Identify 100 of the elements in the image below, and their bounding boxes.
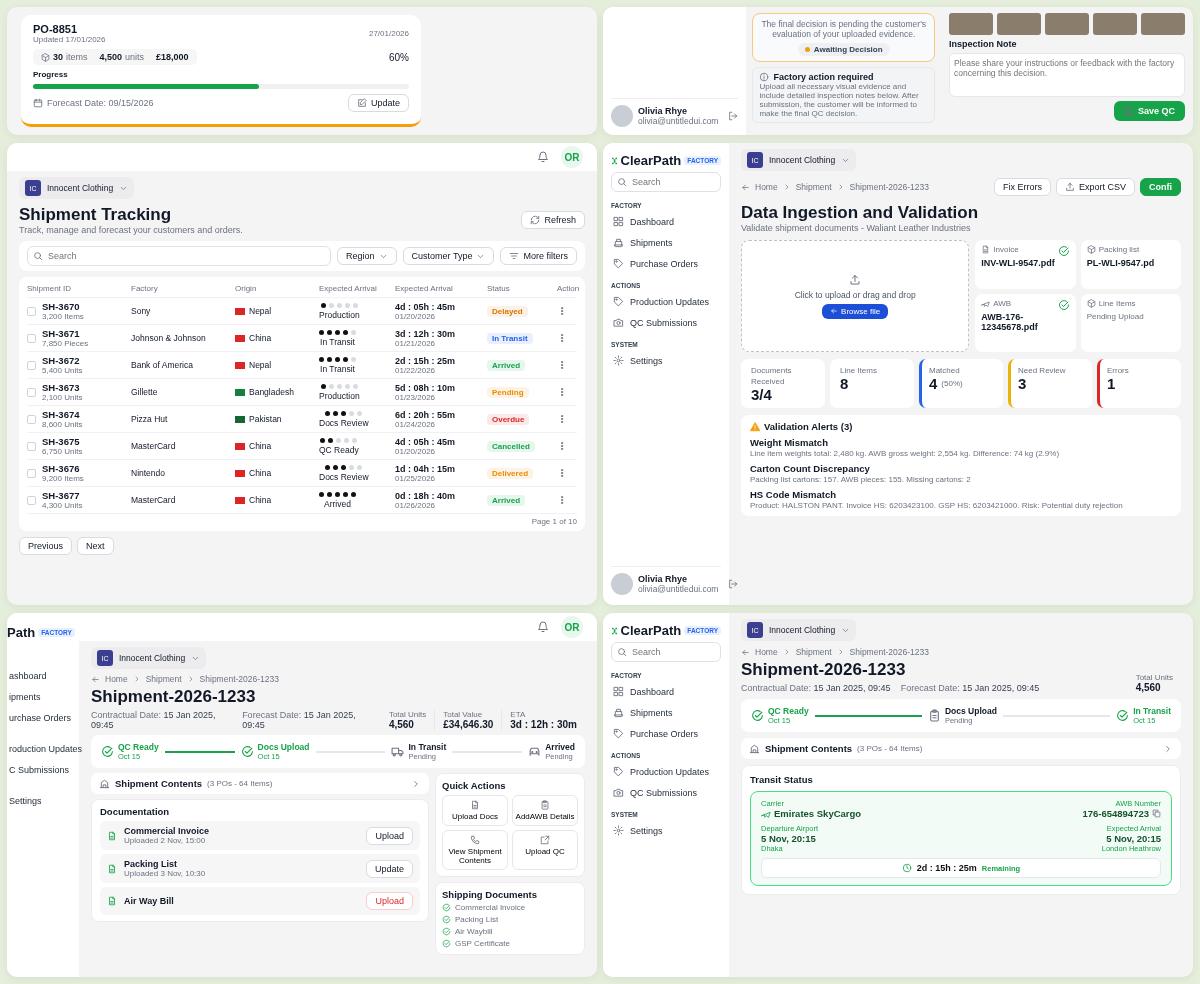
status-badge: Delayed (487, 305, 528, 317)
date-text: Forecast Date: 15 Jan 2025, 09:45 (900, 683, 1040, 693)
countdown: 0d : 18h : 40m (395, 490, 457, 501)
nav-item[interactable]: Dashboard (611, 683, 721, 700)
step-label: Arrived (545, 742, 575, 752)
document-icon (470, 800, 480, 810)
po-number: PO-8851 (33, 23, 79, 35)
date-text: Contractual Date: 15 Jan 2025, 09:45 (91, 710, 217, 730)
document-name: Packing List (124, 859, 178, 869)
shipment-id: SH-3675 (42, 436, 81, 447)
decision-text: The final decision is pending the customer's evaluation of your uploaded evidence. (760, 19, 928, 39)
search-field[interactable]: Search (611, 642, 721, 662)
nav-item[interactable]: QC Submissions (611, 784, 721, 801)
nav-item[interactable]: Production Updates (611, 763, 721, 780)
check-circle-icon (442, 927, 451, 936)
row-checkbox[interactable] (27, 414, 36, 424)
nav-item[interactable]: ipments (7, 689, 79, 705)
shipment-id: SH-3671 (42, 328, 81, 339)
document-name: Air Way Bill (124, 896, 174, 906)
grid-icon (613, 686, 624, 697)
nav-item[interactable]: Shipments (611, 234, 721, 251)
countdown: 5d : 08h : 10m (395, 382, 457, 393)
nav-item[interactable]: Purchase Orders (611, 725, 721, 742)
filter-icon (509, 251, 520, 261)
filter-button[interactable]: Customer Type (402, 247, 495, 265)
page-subtitle: Validate shipment documents - Waliant Leather Industries (741, 223, 972, 233)
nav-item[interactable]: Shipments (611, 704, 721, 721)
row-checkbox[interactable] (27, 333, 36, 343)
origin-country: China (249, 468, 272, 478)
upload-date: Uploaded 3 Nov, 10:30 (124, 869, 206, 878)
row-checkbox[interactable] (27, 306, 36, 316)
origin-country: Bangladesh (249, 387, 294, 397)
breadcrumb-link[interactable]: Shipment-2026-1233 (849, 647, 929, 657)
breadcrumb-link[interactable]: Home (105, 674, 128, 684)
inspection-note-field[interactable]: Please share your instructions or feedback with the factory concerning this decision. (949, 53, 1185, 97)
nav-item[interactable]: Purchase Orders (611, 255, 721, 272)
arrival-date: 01/20/2026 (395, 311, 437, 321)
nav-item[interactable]: ashboard (7, 668, 79, 684)
breadcrumb-link[interactable]: Home (755, 647, 778, 657)
row-checkbox[interactable] (27, 360, 36, 370)
quantity: 3,200 Items (42, 312, 84, 321)
nav-item[interactable]: Production Updates (611, 293, 721, 310)
breadcrumb-link[interactable]: Shipment (795, 647, 832, 657)
quick-action-button[interactable]: Upload Docs (442, 795, 508, 826)
nav-item[interactable]: C Submissions (7, 762, 79, 778)
filter-button[interactable]: More filters (500, 247, 577, 265)
stage-label: QC Ready (319, 444, 359, 455)
factory-name: MasterCard (131, 441, 177, 451)
next-button[interactable]: Next (77, 537, 114, 555)
search-field[interactable]: Search (611, 172, 721, 192)
origin-country: China (249, 441, 272, 451)
nav-item[interactable]: Dashboard (611, 213, 721, 230)
update-button[interactable]: Update (347, 94, 409, 112)
save-icon (1123, 106, 1134, 116)
browse-file-button[interactable]: Browse file (822, 303, 889, 319)
row-checkbox[interactable] (27, 441, 36, 451)
clipboard-icon (540, 800, 550, 810)
bell-icon (537, 151, 549, 163)
quick-action-button[interactable]: View Shipment Contents (442, 830, 508, 870)
shipment-contents-bar[interactable]: Shipment Contents (3 POs - 64 Items) (741, 738, 1181, 759)
shipment-contents-bar[interactable]: Shipment Contents (3 POs - 64 Items) (91, 773, 429, 794)
row-checkbox[interactable] (27, 387, 36, 397)
refresh-button[interactable]: Refresh (521, 211, 585, 229)
nav-item[interactable]: Settings (611, 352, 721, 369)
nav-item[interactable]: Settings (7, 793, 79, 809)
forecast-date: Forecast Date: 09/15/2026 (47, 98, 154, 108)
previous-button[interactable]: Previous (19, 537, 72, 555)
nav-item[interactable]: urchase Orders (7, 710, 79, 726)
nav-item[interactable]: Settings (611, 822, 721, 839)
alerts-title: Validation Alerts (3) (764, 421, 853, 432)
row-checkbox[interactable] (27, 495, 36, 505)
document-action-button[interactable]: Upload (366, 826, 413, 845)
breadcrumb-link[interactable]: Shipment (145, 674, 182, 684)
due-date: 27/01/2026 (368, 29, 409, 38)
breadcrumb-link[interactable]: Shipment (795, 182, 832, 192)
filter-button[interactable]: Region (337, 247, 397, 265)
refresh-icon (530, 215, 541, 225)
quick-action-button[interactable]: AddAWB Details (512, 795, 578, 826)
shipment-id: SH-3672 (42, 355, 81, 366)
calendar-icon (33, 98, 43, 108)
check-circle-icon (442, 903, 451, 912)
document-action-button[interactable]: Upload (366, 892, 413, 910)
action-button[interactable]: Fix Errors (993, 178, 1051, 196)
search-field[interactable]: Search (27, 246, 332, 266)
breadcrumb-link[interactable]: Home (755, 182, 778, 192)
step-label: In Transit (408, 742, 447, 752)
document-action-button[interactable]: Update (365, 859, 413, 878)
nav-item[interactable]: QC Submissions (611, 314, 721, 331)
breadcrumb-link[interactable]: Shipment-2026-1233 (849, 182, 929, 192)
external-link-icon (540, 835, 550, 845)
phone-icon (470, 835, 480, 845)
action-button[interactable]: Export CSV (1055, 178, 1135, 196)
box-icon (41, 52, 50, 62)
user-name: Olivia Rhye (638, 574, 689, 584)
row-checkbox[interactable] (27, 468, 36, 478)
breadcrumb-link[interactable]: Shipment-2026-1233 (199, 674, 279, 684)
upload-dropzone[interactable]: Click to upload or drag and drop Browse file (741, 240, 970, 352)
factory-name: Nintendo (131, 468, 167, 478)
back-arrow-icon (830, 307, 839, 315)
quick-action-button[interactable]: Upload QC (512, 830, 578, 870)
